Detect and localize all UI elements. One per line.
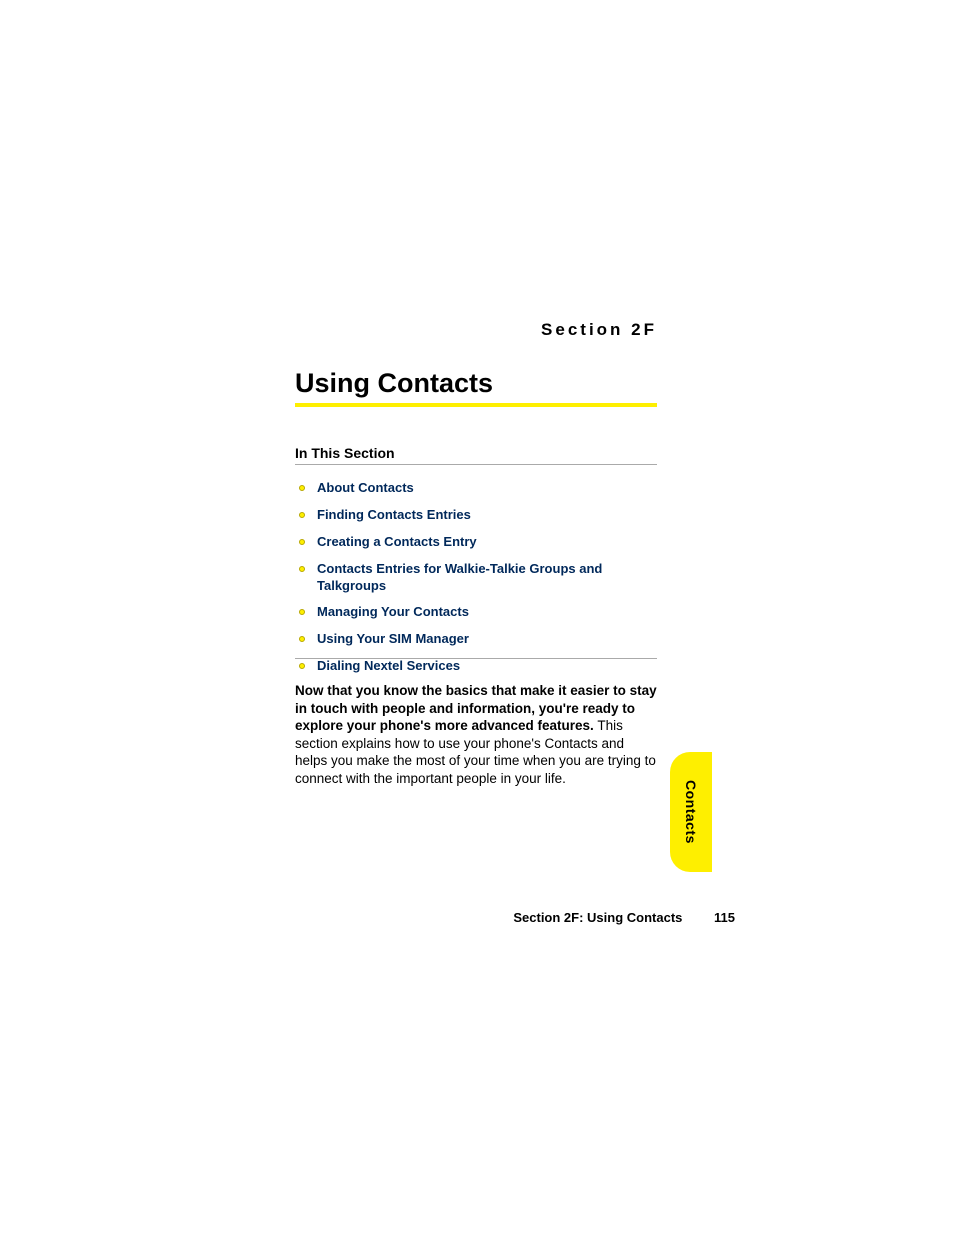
toc-item: Creating a Contacts Entry bbox=[295, 534, 657, 551]
toc-list: About Contacts Finding Contacts Entries … bbox=[295, 480, 657, 685]
toc-label: Creating a Contacts Entry bbox=[317, 534, 477, 551]
toc-bottom-rule bbox=[295, 658, 657, 659]
bullet-icon bbox=[299, 512, 305, 518]
toc-item: Finding Contacts Entries bbox=[295, 507, 657, 524]
toc-label: About Contacts bbox=[317, 480, 414, 497]
toc-label: Finding Contacts Entries bbox=[317, 507, 471, 524]
title-underline bbox=[295, 403, 657, 407]
bullet-icon bbox=[299, 636, 305, 642]
intro-paragraph: Now that you know the basics that make i… bbox=[295, 682, 657, 787]
subhead-rule bbox=[295, 464, 657, 465]
page-number: 115 bbox=[714, 910, 735, 925]
page-footer: Section 2F: Using Contacts 115 bbox=[295, 910, 735, 925]
side-tab: Contacts bbox=[670, 752, 712, 872]
toc-item: About Contacts bbox=[295, 480, 657, 497]
toc-item: Contacts Entries for Walkie-Talkie Group… bbox=[295, 561, 657, 595]
page-title: Using Contacts bbox=[295, 368, 493, 399]
side-tab-label: Contacts bbox=[683, 780, 699, 844]
toc-label: Dialing Nextel Services bbox=[317, 658, 460, 675]
in-this-section-heading: In This Section bbox=[295, 445, 395, 461]
toc-item: Managing Your Contacts bbox=[295, 604, 657, 621]
bullet-icon bbox=[299, 663, 305, 669]
toc-label: Managing Your Contacts bbox=[317, 604, 469, 621]
toc-label: Using Your SIM Manager bbox=[317, 631, 469, 648]
section-label: Section 2F bbox=[541, 320, 657, 340]
footer-text: Section 2F: Using Contacts bbox=[513, 910, 682, 925]
toc-item: Using Your SIM Manager bbox=[295, 631, 657, 648]
bullet-icon bbox=[299, 485, 305, 491]
bullet-icon bbox=[299, 609, 305, 615]
bullet-icon bbox=[299, 539, 305, 545]
bullet-icon bbox=[299, 566, 305, 572]
toc-label: Contacts Entries for Walkie-Talkie Group… bbox=[317, 561, 657, 595]
manual-page: Section 2F Using Contacts In This Sectio… bbox=[0, 0, 954, 1235]
toc-item: Dialing Nextel Services bbox=[295, 658, 657, 675]
